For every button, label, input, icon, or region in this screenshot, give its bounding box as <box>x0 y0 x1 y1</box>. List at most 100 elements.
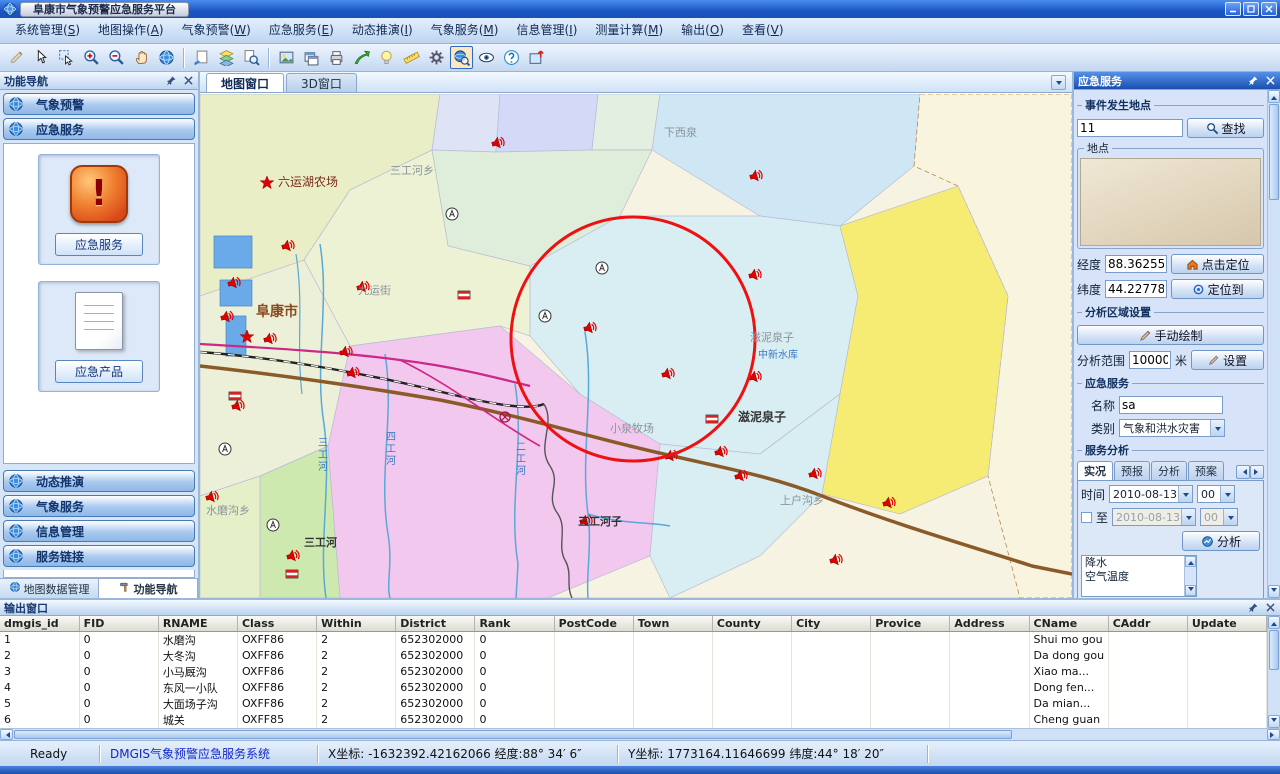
station-flag-marker[interactable] <box>229 392 241 400</box>
scrollbar-thumb[interactable] <box>1269 630 1279 670</box>
scenic-spot-marker[interactable] <box>596 262 608 274</box>
column-header-District[interactable]: District <box>396 616 475 631</box>
analysis-tab-3[interactable]: 分析 <box>1151 461 1187 480</box>
scroll-down-icon[interactable] <box>1185 585 1196 596</box>
chevron-down-icon[interactable] <box>1220 486 1234 502</box>
greenarrow-tool-button[interactable] <box>350 46 373 69</box>
element-list[interactable]: 降水空气温度 <box>1081 555 1197 597</box>
column-header-Class[interactable]: Class <box>237 616 316 631</box>
emergency-panel-scrollbar[interactable] <box>1267 90 1280 598</box>
scroll-up-icon[interactable] <box>1268 90 1280 103</box>
pin-icon[interactable] <box>1247 602 1259 614</box>
menu-item-1-S[interactable]: 系统管理(S) <box>6 18 89 43</box>
chevron-down-icon[interactable] <box>1210 420 1224 436</box>
output-vertical-scrollbar[interactable] <box>1267 616 1280 728</box>
to-checkbox[interactable] <box>1081 512 1092 523</box>
close-icon[interactable] <box>182 75 194 87</box>
service-type-select[interactable]: 气象和洪水灾害 <box>1119 419 1225 437</box>
ruler-tool-button[interactable] <box>400 46 423 69</box>
nav-group-top-2[interactable]: 应急服务 <box>3 118 195 140</box>
nav-group-bottom-2[interactable]: 气象服务 <box>3 495 195 517</box>
column-header-County[interactable]: County <box>712 616 791 631</box>
close-icon[interactable] <box>1264 75 1276 87</box>
analysis-tab-4[interactable]: 预案 <box>1188 461 1224 480</box>
scroll-up-icon[interactable] <box>1268 616 1280 629</box>
map-tab-dropdown-button[interactable] <box>1051 75 1066 90</box>
output-horizontal-scrollbar[interactable] <box>0 728 1280 740</box>
map-tab-1[interactable]: 地图窗口 <box>206 73 284 92</box>
station-flag-marker[interactable] <box>458 291 470 299</box>
latitude-input[interactable] <box>1105 280 1167 298</box>
column-header-CName[interactable]: CName <box>1029 616 1108 631</box>
image-tool-button[interactable] <box>275 46 298 69</box>
selectbox-tool-button[interactable] <box>55 46 78 69</box>
select-tool-button[interactable] <box>30 46 53 69</box>
print-tool-button[interactable] <box>325 46 348 69</box>
table-row[interactable]: 10水磨沟OXFF8626523020000Shui mo gou <box>0 631 1267 648</box>
map-canvas[interactable]: 六运湖农场三工河乡下西泉阜康市九运街滋泥泉子中新水库滋泥泉子小泉牧场上户沟乡三工… <box>200 93 1072 598</box>
nav-group-bottom-3[interactable]: 信息管理 <box>3 520 195 542</box>
close-icon[interactable] <box>1264 602 1276 614</box>
gear-tool-button[interactable] <box>425 46 448 69</box>
chevron-down-icon[interactable] <box>1181 509 1195 525</box>
column-header-Update[interactable]: Update <box>1187 616 1266 631</box>
pan-tool-button[interactable] <box>130 46 153 69</box>
location-input[interactable] <box>1077 119 1183 137</box>
maximize-button[interactable] <box>1243 2 1259 16</box>
range-input[interactable] <box>1129 351 1171 369</box>
element-item-1[interactable]: 降水 <box>1082 556 1184 570</box>
eye-tool-button[interactable] <box>475 46 498 69</box>
analysis-tab-1[interactable]: 实况 <box>1077 461 1113 480</box>
scroll-left-icon[interactable] <box>0 729 13 740</box>
column-header-PostCode[interactable]: PostCode <box>554 616 633 631</box>
minimize-button[interactable] <box>1225 2 1241 16</box>
help-tool-button[interactable] <box>500 46 523 69</box>
hour-select[interactable]: 00 <box>1197 485 1235 503</box>
date-select[interactable]: 2010-08-13 <box>1109 485 1193 503</box>
menu-item-6-M[interactable]: 气象服务(M) <box>422 18 508 43</box>
find-button[interactable]: 查找 <box>1187 118 1264 138</box>
scrollbar-thumb[interactable] <box>14 730 1012 739</box>
locate-to-button[interactable]: 定位到 <box>1171 279 1264 299</box>
scroll-down-icon[interactable] <box>1268 715 1280 728</box>
column-header-RNAME[interactable]: RNAME <box>158 616 237 631</box>
menu-item-4-E[interactable]: 应急服务(E) <box>260 18 343 43</box>
tab-scroll-right-button[interactable] <box>1250 465 1264 479</box>
analyze-button[interactable]: 分析 <box>1182 531 1260 551</box>
station-flag-marker[interactable] <box>706 415 718 423</box>
column-header-Rank[interactable]: Rank <box>475 616 554 631</box>
scenic-spot-marker[interactable] <box>539 310 551 322</box>
column-header-dmgis_id[interactable]: dmgis_id <box>0 616 79 631</box>
shortcut-1[interactable]: !应急服务 <box>38 154 160 265</box>
layers-tool-button[interactable] <box>215 46 238 69</box>
scroll-right-icon[interactable] <box>1267 729 1280 740</box>
manual-draw-button[interactable]: 手动绘制 <box>1077 325 1264 345</box>
globesearch-tool-button[interactable] <box>450 46 473 69</box>
column-header-CAddr[interactable]: CAddr <box>1108 616 1187 631</box>
scenic-spot-marker[interactable] <box>267 519 279 531</box>
menu-item-9-O[interactable]: 输出(O) <box>672 18 733 43</box>
pencil-tool-button[interactable] <box>5 46 28 69</box>
table-row[interactable]: 60城关OXFF8526523020000Cheng guan <box>0 712 1267 728</box>
tab-scroll-left-button[interactable] <box>1236 465 1250 479</box>
table-row[interactable]: 50大面场子沟OXFF8626523020000Da mian... <box>0 696 1267 712</box>
zoompage-tool-button[interactable] <box>240 46 263 69</box>
menu-item-2-A[interactable]: 地图操作(A) <box>89 18 173 43</box>
menu-item-5-I[interactable]: 动态推演(I) <box>343 18 422 43</box>
close-button[interactable] <box>1261 2 1277 16</box>
pin-icon[interactable] <box>1247 75 1259 87</box>
globe-tool-button[interactable] <box>155 46 178 69</box>
column-header-FID[interactable]: FID <box>79 616 158 631</box>
element-item-2[interactable]: 空气温度 <box>1082 570 1184 584</box>
scroll-up-icon[interactable] <box>1185 556 1196 567</box>
bulb-tool-button[interactable] <box>375 46 398 69</box>
click-locate-button[interactable]: 点击定位 <box>1171 254 1264 274</box>
date-to-select[interactable]: 2010-08-13 <box>1112 508 1196 526</box>
nav-tab-1[interactable]: 地图数据管理 <box>0 579 99 598</box>
column-header-Town[interactable]: Town <box>633 616 712 631</box>
menu-item-3-W[interactable]: 气象预警(W) <box>173 18 260 43</box>
menu-item-10-V[interactable]: 查看(V) <box>733 18 793 43</box>
place-listbox[interactable] <box>1080 158 1261 246</box>
menu-item-8-M[interactable]: 测量计算(M) <box>586 18 672 43</box>
service-name-input[interactable] <box>1119 396 1223 414</box>
